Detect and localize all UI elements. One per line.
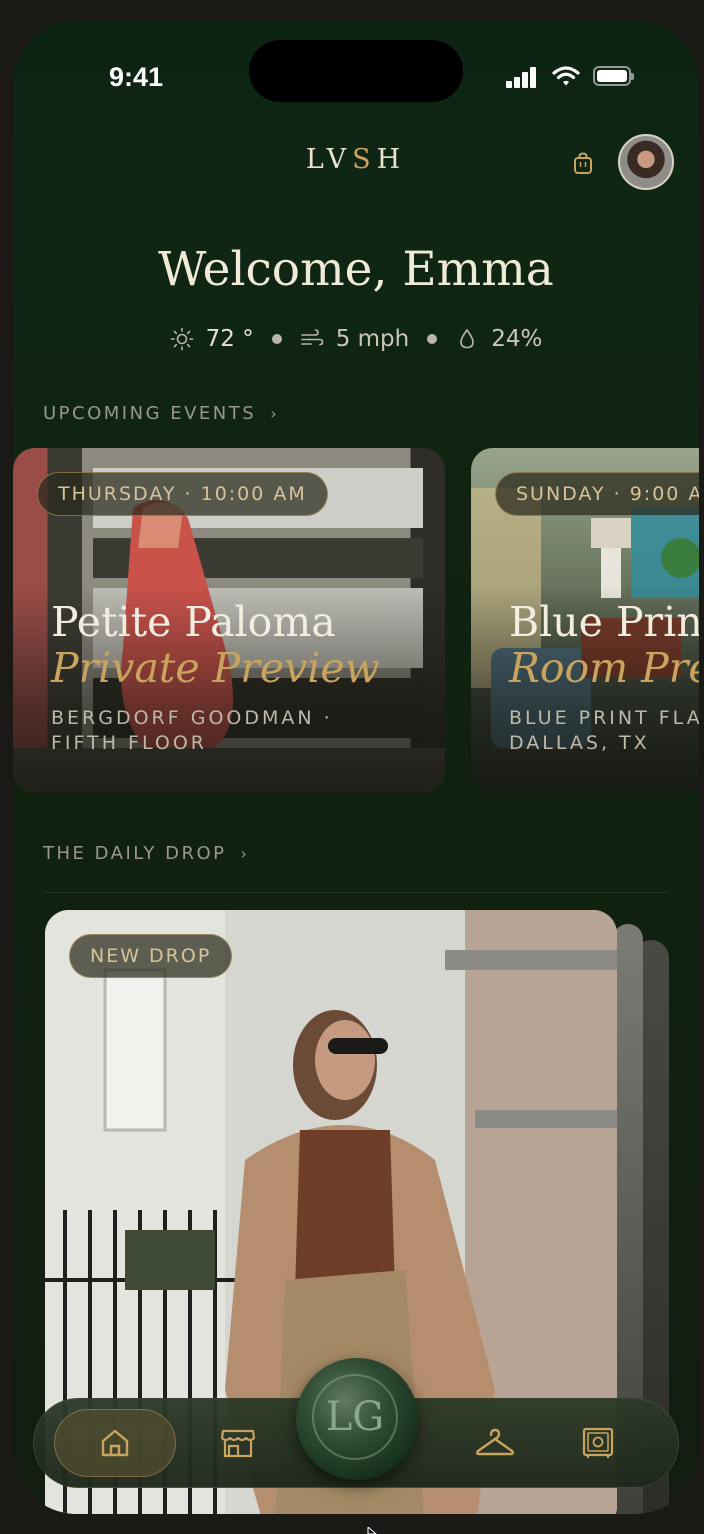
- event-title: Blue Print: [509, 598, 699, 646]
- wind-icon: [300, 329, 324, 346]
- storefront-icon: [220, 1429, 256, 1458]
- chevron-right-icon: ›: [270, 404, 280, 423]
- event-location-line: DALLAS, TX: [509, 732, 650, 754]
- app-logo: LVSH: [13, 144, 699, 175]
- event-location-line: BERGDORF GOODMAN ·: [51, 707, 333, 729]
- nav-home[interactable]: [54, 1409, 176, 1477]
- home-icon: [101, 1429, 129, 1457]
- event-location-line: BLUE PRINT FLAGSHIP ·: [509, 707, 699, 729]
- wax-seal-button[interactable]: LG: [296, 1358, 418, 1480]
- new-drop-badge: NEW DROP: [69, 934, 233, 978]
- wind-value: 5 mph: [335, 326, 410, 352]
- event-title: Petite Paloma: [51, 598, 336, 646]
- separator-dot: [427, 334, 438, 344]
- weather-summary: 72 ° 5 mph 24%: [13, 326, 699, 352]
- event-subtitle: Private Preview: [51, 644, 380, 692]
- daily-drop-title: THE DAILY DROP: [43, 843, 227, 864]
- event-location-line: FIFTH FLOOR: [51, 732, 208, 754]
- temperature-value: 72 °: [205, 326, 254, 352]
- logo-part: LV: [305, 144, 353, 175]
- event-card[interactable]: SUNDAY · 9:00 AM Blue Print Room Preview…: [471, 448, 699, 792]
- event-card[interactable]: THURSDAY · 10:00 AM Petite Paloma Privat…: [13, 448, 445, 792]
- logo-part: H: [376, 144, 407, 175]
- droplet-icon: [460, 328, 475, 349]
- event-datetime: THURSDAY · 10:00 AM: [37, 472, 328, 516]
- hanger-icon: [476, 1428, 514, 1456]
- events-carousel[interactable]: THURSDAY · 10:00 AM Petite Paloma Privat…: [13, 448, 699, 794]
- event-subtitle: Room Preview: [509, 644, 699, 692]
- separator-dot: [271, 334, 282, 344]
- wax-seal-icon: LG: [312, 1374, 398, 1460]
- phone-screen: 9:41 LVSH Welcome, Emma 72 ° 5 mph 24% U…: [13, 20, 699, 1514]
- section-divider: [43, 892, 669, 893]
- nav-vault[interactable]: [537, 1409, 659, 1477]
- upcoming-events-title: UPCOMING EVENTS: [43, 403, 257, 424]
- sun-icon: [170, 327, 193, 351]
- humidity-value: 24%: [491, 326, 543, 352]
- shopping-bag-icon[interactable]: [573, 152, 593, 174]
- wifi-icon: [552, 66, 580, 86]
- cellular-signal-icon: [506, 66, 538, 88]
- safe-icon: [582, 1427, 614, 1458]
- battery-icon: [593, 66, 634, 86]
- daily-drop-header[interactable]: THE DAILY DROP ›: [43, 843, 249, 864]
- event-location: BERGDORF GOODMAN · FIFTH FLOOR: [51, 706, 333, 756]
- event-datetime: SUNDAY · 9:00 AM: [495, 472, 699, 516]
- nav-shop[interactable]: [177, 1409, 299, 1477]
- logo-accent: S: [352, 144, 377, 175]
- dynamic-island: [249, 40, 463, 102]
- upcoming-events-header[interactable]: UPCOMING EVENTS ›: [43, 403, 279, 424]
- status-time: 9:41: [109, 62, 164, 92]
- mouse-cursor-icon: [367, 1527, 377, 1534]
- welcome-title: Welcome, Emma: [158, 242, 554, 297]
- status-bar: 9:41: [13, 20, 699, 130]
- chevron-right-icon: ›: [240, 844, 250, 863]
- user-avatar[interactable]: [618, 134, 674, 190]
- event-location: BLUE PRINT FLAGSHIP · DALLAS, TX: [509, 706, 699, 756]
